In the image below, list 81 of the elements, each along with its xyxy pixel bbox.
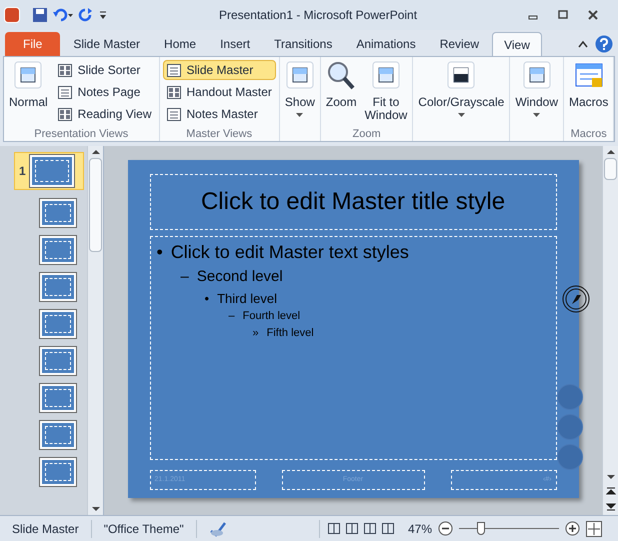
ribbon-button[interactable]: Macros xyxy=(567,60,610,109)
group-label: Macros xyxy=(570,127,608,141)
view-icon xyxy=(58,64,72,76)
view-icon xyxy=(166,108,180,120)
zoom-level[interactable]: 47% xyxy=(408,520,432,538)
bullet-icon: • xyxy=(156,239,163,266)
ribbon-button[interactable]: Normal xyxy=(7,60,50,109)
magnifier-icon xyxy=(326,60,356,90)
slide-title: Click to edit Master title style xyxy=(200,187,506,217)
view-icon xyxy=(370,60,401,90)
close-icon[interactable] xyxy=(588,10,598,20)
ribbon-button[interactable]: Notes Page xyxy=(54,82,156,102)
ribbon-button[interactable]: Reading View xyxy=(54,104,156,124)
ribbon-button[interactable]: Color/Grayscale xyxy=(416,60,506,117)
rotate-handle-icon[interactable] xyxy=(560,284,590,314)
window-title: Presentation1 - Microsoft PowerPoint xyxy=(218,7,418,24)
slide-thumbnail[interactable] xyxy=(40,458,76,486)
help-icon[interactable] xyxy=(595,35,613,53)
bullet-icon: • xyxy=(204,288,210,308)
bullet-icon: – xyxy=(228,308,235,324)
normal-view-icon[interactable] xyxy=(328,523,340,534)
ribbon-tab[interactable]: File xyxy=(5,32,60,56)
slider-thumb[interactable] xyxy=(477,522,485,534)
slide-thumbnail[interactable] xyxy=(40,199,76,227)
collapse-ribbon-icon[interactable] xyxy=(577,39,589,49)
ribbon-tab[interactable]: Home xyxy=(153,32,208,56)
slide-thumbnail[interactable] xyxy=(40,273,76,301)
fit-to-window-icon[interactable] xyxy=(586,520,602,536)
ribbon-button[interactable]: Zoom xyxy=(324,60,359,109)
undo-icon[interactable] xyxy=(52,7,74,23)
spell-check-icon[interactable] xyxy=(208,520,227,536)
ribbon-button[interactable]: Show xyxy=(282,60,317,117)
ribbon-tab[interactable]: Animations xyxy=(345,32,427,56)
ribbon-button[interactable]: Fit to Window xyxy=(362,60,410,122)
ribbon-tab[interactable]: View xyxy=(492,32,542,56)
outline-text: Click to edit Master text styles xyxy=(170,241,409,264)
outline-text: Fourth level xyxy=(242,309,300,324)
slide-number: 1 xyxy=(19,163,26,180)
status-text: "Office Theme" xyxy=(92,520,197,538)
bullet-icon: » xyxy=(252,324,259,341)
save-icon[interactable] xyxy=(32,7,48,23)
view-icon xyxy=(13,60,44,90)
zoom-out-icon[interactable] xyxy=(438,521,453,536)
zoom-in-icon[interactable] xyxy=(565,521,580,536)
ribbon-tab[interactable]: Review xyxy=(428,32,490,56)
ribbon-button[interactable]: Handout Master xyxy=(162,82,276,102)
group-label: Master Views xyxy=(185,127,254,141)
view-icon xyxy=(166,86,180,98)
group-label: Presentation Views xyxy=(33,127,130,141)
ribbon-tab[interactable]: Slide Master xyxy=(62,32,152,56)
status-text: Slide Master xyxy=(0,520,92,538)
slide-thumbnail[interactable]: 1 xyxy=(14,152,84,190)
scrollbar-thumb[interactable] xyxy=(89,158,102,252)
ribbon-tab[interactable]: Transitions xyxy=(263,32,344,56)
ribbon-button[interactable]: Slide Master xyxy=(162,60,276,80)
outline-text: Fifth level xyxy=(266,326,314,340)
outline-text: Second level xyxy=(196,267,283,287)
slide-thumbnail[interactable] xyxy=(40,236,76,264)
app-logo-icon xyxy=(4,7,20,23)
slide-thumbnail[interactable] xyxy=(40,421,76,449)
scrollbar-thumb[interactable] xyxy=(604,158,617,180)
outline-text: Third level xyxy=(217,290,278,308)
group-label: Zoom xyxy=(352,127,382,141)
maximize-icon[interactable] xyxy=(558,10,568,20)
view-icon xyxy=(166,64,180,76)
view-icon xyxy=(58,86,72,98)
ribbon-button[interactable]: Notes Master xyxy=(162,104,276,124)
view-icon xyxy=(522,60,552,90)
redo-icon[interactable] xyxy=(78,7,94,23)
ribbon-button[interactable]: Slide Sorter xyxy=(54,60,156,80)
bullet-icon: – xyxy=(180,266,189,288)
slide-thumbnail[interactable] xyxy=(40,347,76,375)
slide-thumbnail[interactable] xyxy=(40,310,76,338)
view-icon xyxy=(284,60,315,90)
ribbon-button[interactable]: Window xyxy=(513,60,560,117)
zoom-slider[interactable] xyxy=(459,522,559,536)
ribbon-tab[interactable]: Insert xyxy=(209,32,262,56)
slide-thumbnail[interactable] xyxy=(40,384,76,412)
view-icon xyxy=(446,60,476,90)
customize-toolbar-icon[interactable] xyxy=(98,9,108,21)
view-icon xyxy=(58,108,72,120)
